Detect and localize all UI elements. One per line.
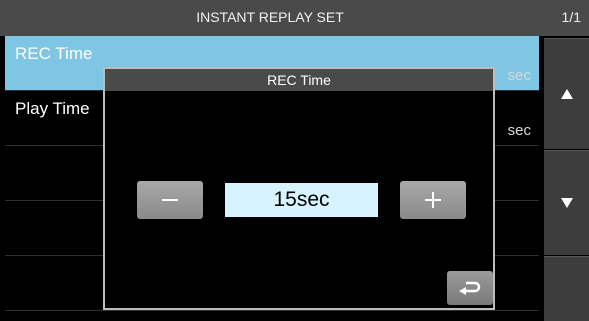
scroll-up-button[interactable]: [544, 38, 589, 149]
triangle-down-icon: [560, 198, 573, 208]
triangle-up-icon: [560, 89, 573, 99]
side-button-blank: [544, 256, 589, 321]
increase-button[interactable]: [400, 181, 466, 219]
screen-title: INSTANT REPLAY SET: [196, 9, 344, 25]
back-button[interactable]: [447, 271, 493, 305]
rec-time-dialog: REC Time 15sec: [103, 67, 495, 310]
dialog-title: REC Time: [105, 69, 493, 91]
list-item-value: sec: [507, 67, 531, 84]
title-bar: INSTANT REPLAY SET 1/1: [0, 0, 589, 36]
minus-icon: [162, 199, 178, 201]
rec-time-value: 15sec: [225, 183, 378, 217]
list-item-value: sec: [507, 122, 531, 139]
return-arrow-icon: [459, 281, 481, 295]
list-item-label: Play Time: [15, 99, 90, 118]
decrease-button[interactable]: [137, 181, 203, 219]
scroll-down-button[interactable]: [544, 150, 589, 255]
page-indicator: 1/1: [561, 9, 581, 25]
plus-icon: [425, 192, 441, 208]
list-item-label: REC Time: [15, 44, 93, 63]
